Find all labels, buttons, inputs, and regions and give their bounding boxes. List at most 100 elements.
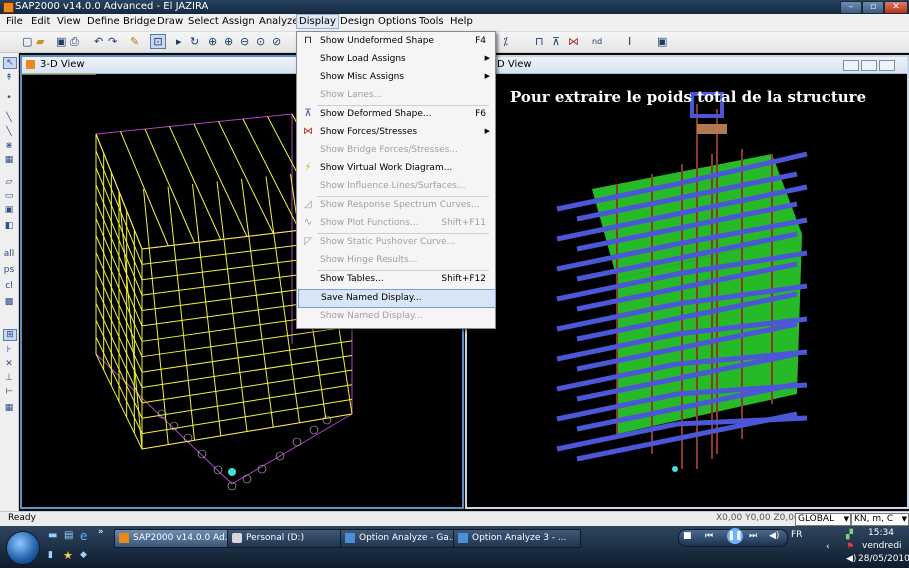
clear-selection-icon[interactable]: cl xyxy=(3,281,15,291)
switch-windows-icon[interactable]: ▤ xyxy=(64,530,73,541)
maximize-button[interactable]: ▫ xyxy=(862,1,884,14)
speaker-icon[interactable]: ◀) xyxy=(846,554,856,564)
menuitem-show-virtual-work[interactable]: ⚡ Show Virtual Work Diagram... xyxy=(298,160,494,177)
taskbar-item-personal-drive[interactable]: Personal (D:) xyxy=(227,529,355,548)
draw-cable-icon[interactable]: ╲ xyxy=(3,127,15,137)
language-indicator[interactable]: FR xyxy=(791,530,802,540)
menuitem-show-forces-stresses[interactable]: ⋈ Show Forces/Stresses ▶ xyxy=(298,124,494,141)
menuitem-show-load-assigns[interactable]: Show Load Assigns ▶ xyxy=(298,51,494,68)
select-all-icon[interactable]: all xyxy=(3,249,15,259)
media-pause-icon[interactable]: ❚❚ xyxy=(727,528,743,544)
view-maximize-button[interactable] xyxy=(861,60,877,71)
menu-define[interactable]: Define xyxy=(84,16,123,27)
menu-options[interactable]: Options xyxy=(375,16,420,27)
menu-select[interactable]: Select xyxy=(185,16,222,27)
menuitem-show-misc-assigns[interactable]: Show Misc Assigns ▶ xyxy=(298,69,494,86)
menu-help[interactable]: Help xyxy=(447,16,476,27)
select-grid-icon[interactable]: ▩ xyxy=(3,297,15,307)
undo-icon[interactable]: ↶ xyxy=(94,35,103,48)
menu-edit[interactable]: Edit xyxy=(28,16,53,27)
solid-icon[interactable]: ◧ xyxy=(3,221,15,231)
view-minimize-button[interactable] xyxy=(843,60,859,71)
zoom-full-icon[interactable]: ⊙ xyxy=(256,35,265,48)
draw-rect-area-icon[interactable]: ▭ xyxy=(3,191,15,201)
clock-date[interactable]: 28/05/2010 xyxy=(858,554,909,564)
internet-explorer-icon[interactable]: e xyxy=(80,529,87,543)
previous-selection-icon[interactable]: ps xyxy=(3,265,15,275)
taskbar-item-sap2000[interactable]: SAP2000 v14.0.0 Ad... xyxy=(114,529,242,548)
favorites-star-icon[interactable]: ★ xyxy=(63,549,73,562)
show-desktop-icon[interactable]: ▬ xyxy=(48,530,57,541)
redo-icon[interactable]: ↷ xyxy=(108,35,117,48)
action-center-flag-icon[interactable]: ⚑ xyxy=(846,542,854,552)
network-icon[interactable]: ▞ xyxy=(846,530,853,540)
menuitem-save-named-display[interactable]: Save Named Display... xyxy=(298,289,496,308)
menu-file[interactable]: File xyxy=(3,16,26,27)
menuitem-show-tables[interactable]: Show Tables... Shift+F12 xyxy=(298,271,494,288)
show-hidden-icons-icon[interactable]: ‹ xyxy=(826,542,830,552)
zoom-window-icon[interactable]: ⊕ xyxy=(208,35,217,48)
clock-day[interactable]: vendredi xyxy=(862,541,902,551)
zoom-out-icon[interactable]: ⊖ xyxy=(240,35,249,48)
menu-draw[interactable]: Draw xyxy=(154,16,186,27)
menu-analyze[interactable]: Analyze xyxy=(256,16,301,27)
menu-tools[interactable]: Tools xyxy=(416,16,447,27)
zoom-previous-icon[interactable]: ⊘ xyxy=(272,35,281,48)
zoom-in-icon[interactable]: ⊕ xyxy=(224,35,233,48)
deformed-frame-icon[interactable]: ⊼ xyxy=(552,35,560,48)
new-file-icon[interactable]: ▢ xyxy=(22,35,32,48)
taskbar-item-option-analyze-3[interactable]: Option Analyze 3 - ... xyxy=(453,529,581,548)
grid-icon[interactable]: ▦ xyxy=(3,155,15,165)
volume-icon[interactable]: ◀) xyxy=(769,531,779,541)
reshape-icon[interactable]: ↟ xyxy=(3,73,15,83)
view-close-button[interactable] xyxy=(879,60,895,71)
run-analysis-icon[interactable]: ▸ xyxy=(176,35,182,48)
minimize-button[interactable]: – xyxy=(840,1,862,14)
units-select[interactable]: KN, m, C ▼ xyxy=(851,513,909,526)
frame-icon[interactable]: ⊓ xyxy=(535,35,544,48)
save-icon[interactable]: ▣ xyxy=(56,35,66,48)
display-options-icon[interactable]: ▣ xyxy=(657,35,667,48)
media-next-icon[interactable]: ⏭ xyxy=(749,531,757,541)
menu-display[interactable]: Display xyxy=(296,14,339,29)
media-previous-icon[interactable]: ⏮ xyxy=(705,531,713,541)
section-icon[interactable]: Ⅰ xyxy=(628,35,631,48)
taskbar-item-option-analyze[interactable]: Option Analyze - Ga... xyxy=(340,529,468,548)
close-button[interactable]: ✕ xyxy=(884,1,908,14)
snap-intersections-icon[interactable]: ✕ xyxy=(3,359,15,369)
lock-icon[interactable]: ⊡ xyxy=(150,34,166,49)
snap-ends-icon[interactable]: ⊦ xyxy=(3,345,15,355)
open-folder-icon[interactable]: ▰ xyxy=(36,35,44,48)
snap-fine-grid-icon[interactable]: ▦ xyxy=(3,403,15,413)
menu-view[interactable]: View xyxy=(54,16,84,27)
draw-area-icon[interactable]: ▱ xyxy=(3,177,15,187)
snap-perpendicular-icon[interactable]: ⊥ xyxy=(3,373,15,383)
coord-system-select[interactable]: GLOBAL ▼ xyxy=(795,513,851,526)
start-button[interactable] xyxy=(6,531,40,565)
quick-area-icon[interactable]: ▣ xyxy=(3,205,15,215)
menuitem-show-undeformed-shape[interactable]: ⊓ Show Undeformed Shape F4 xyxy=(298,33,494,50)
pencil-icon[interactable]: ✎ xyxy=(130,35,139,48)
nd-icon[interactable]: nd xyxy=(592,37,602,46)
media-player-controls[interactable]: ■ ⏮ ❚❚ ⏭ ◀) xyxy=(678,528,788,547)
clock-time[interactable]: 15:34 xyxy=(868,528,894,538)
quicklaunch-overflow-icon[interactable]: » xyxy=(98,527,104,537)
forces-toolbar-icon[interactable]: ⋈ xyxy=(568,35,579,48)
menuitem-show-deformed-shape[interactable]: ⊼ Show Deformed Shape... F6 xyxy=(298,106,494,123)
quicklaunch-icon-2[interactable]: ◆ xyxy=(80,550,87,560)
menu-bridge[interactable]: Bridge xyxy=(120,16,159,27)
fraction-icon[interactable]: ⁒ xyxy=(503,35,508,48)
media-stop-icon[interactable]: ■ xyxy=(683,531,692,541)
draw-frame-icon[interactable]: ╲ xyxy=(3,113,15,123)
quick-frame-icon[interactable]: ⋇ xyxy=(3,141,15,151)
pointer-icon[interactable]: ↖ xyxy=(3,57,17,69)
snap-lines-icon[interactable]: ⊢ xyxy=(3,387,15,397)
snap-points-icon[interactable]: ⊞ xyxy=(3,329,17,341)
right-3d-view[interactable]: D View Pour extraire le poids total de l… xyxy=(465,55,909,509)
rotate-icon[interactable]: ↻ xyxy=(190,35,199,48)
point-icon[interactable]: • xyxy=(3,93,15,103)
print-icon[interactable]: ⎙ xyxy=(70,35,79,49)
menu-assign[interactable]: Assign xyxy=(219,16,258,27)
quicklaunch-icon[interactable]: ▮ xyxy=(48,550,53,560)
menu-design[interactable]: Design xyxy=(337,16,378,27)
